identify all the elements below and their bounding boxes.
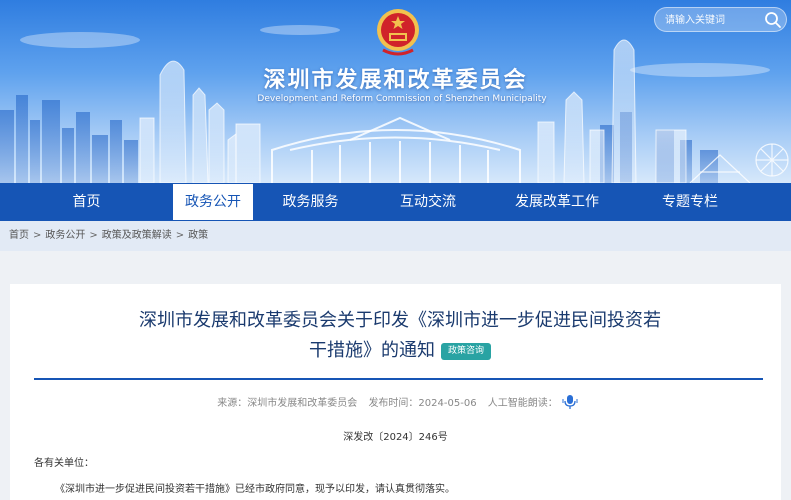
breadcrumb-separator: > xyxy=(89,230,98,241)
national-emblem-icon xyxy=(377,9,419,56)
breadcrumb-policy-interpretation[interactable]: 政策及政策解读 xyxy=(102,230,172,241)
policy-consult-badge[interactable]: 政策咨询 xyxy=(440,343,491,360)
search-icon[interactable] xyxy=(764,11,782,29)
article-title-line2: 干措施》的通知 xyxy=(308,340,435,361)
article-salutation: 各有关单位： xyxy=(34,458,94,469)
article-publish-time: 发布时间：2024-05-06 xyxy=(368,398,477,409)
breadcrumb-separator: > xyxy=(33,230,42,241)
article-body-paragraph: 《深圳市进一步促进民间投资若干措施》已经市政府同意，现予以印发，请认真贯彻落实。 xyxy=(55,484,455,495)
article-container: 深圳市发展和改革委员会关于印发《深圳市进一步促进民间投资若 干措施》的通知 政策咨… xyxy=(10,284,781,500)
search-input[interactable] xyxy=(665,11,761,29)
nav-item-special-topics[interactable]: 专题专栏 xyxy=(626,183,754,221)
site-subtitle: Development and Reform Commission of She… xyxy=(257,94,547,104)
article-title-line2-wrapper: 干措施》的通知 政策咨询 xyxy=(50,336,750,366)
speaker-icon[interactable] xyxy=(562,394,578,410)
breadcrumb-separator: > xyxy=(175,230,185,241)
document-number: 深发改〔2024〕246号 xyxy=(343,432,448,443)
ai-read-label: 人工智能朗读： xyxy=(487,398,558,409)
header-banner: 深圳市发展和改革委员会 Development and Reform Commi… xyxy=(0,0,791,183)
main-navigation: 首页 政务公开 政务服务 互动交流 发展改革工作 专题专栏 xyxy=(0,183,791,221)
article-source: 来源：深圳市发展和改革委员会 xyxy=(217,398,358,409)
title-divider xyxy=(34,378,763,380)
site-title: 深圳市发展和改革委员会 xyxy=(263,68,528,93)
breadcrumb-home[interactable]: 首页 xyxy=(9,230,29,241)
nav-item-interaction[interactable]: 互动交流 xyxy=(368,183,488,221)
search-box xyxy=(654,7,787,32)
nav-item-development-reform-work[interactable]: 发展改革工作 xyxy=(488,183,626,221)
article-title-line1: 深圳市发展和改革委员会关于印发《深圳市进一步促进民间投资若 xyxy=(139,310,661,331)
nav-item-government-affairs-disclosure[interactable]: 政务公开 xyxy=(173,184,253,220)
article-title: 深圳市发展和改革委员会关于印发《深圳市进一步促进民间投资若 干措施》的通知 政策咨… xyxy=(50,306,750,366)
article-meta: 来源：深圳市发展和改革委员会 发布时间：2024-05-06 人工智能朗读： xyxy=(10,394,781,410)
breadcrumb-government-affairs[interactable]: 政务公开 xyxy=(45,230,85,241)
nav-item-government-services[interactable]: 政务服务 xyxy=(253,183,368,221)
nav-item-home[interactable]: 首页 xyxy=(0,183,173,221)
breadcrumb-policy[interactable]: 政策 xyxy=(188,230,208,241)
breadcrumb: 首页 > 政务公开 > 政策及政策解读 > 政策 xyxy=(0,221,791,251)
